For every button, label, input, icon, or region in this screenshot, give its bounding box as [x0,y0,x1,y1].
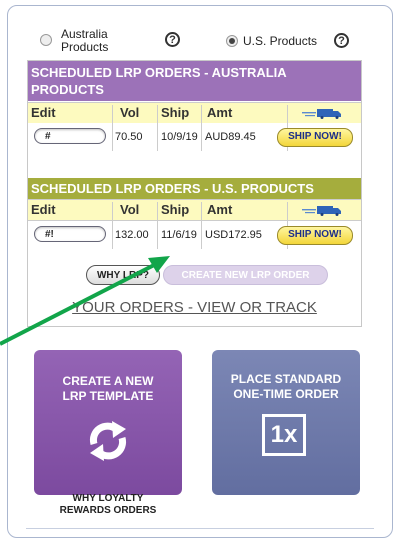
vol-column-header: Vol [120,105,140,120]
australia-order-row: # 70.50 10/9/19 AUD89.45 SHIP NOW! [28,123,361,151]
ship-now-button[interactable]: SHIP NOW! [277,226,353,245]
us-order-row: #! 132.00 11/6/19 USD172.95 SHIP NOW! [28,221,361,249]
edit-column-header: Edit [31,105,56,120]
why-loyalty-rewards-link[interactable]: WHY LOYALTY REWARDS ORDERS [34,493,182,517]
scheduled-orders-box: SCHEDULED LRP ORDERS - AUSTRALIA PRODUCT… [27,60,362,327]
order-volume: 70.50 [115,131,143,143]
us-products-radio[interactable] [226,35,238,47]
delivery-truck-icon [302,109,341,119]
your-orders-link[interactable]: YOUR ORDERS - VIEW OR TRACK [28,299,361,316]
help-icon[interactable]: ? [165,32,180,47]
one-time-order-icon: 1x [262,414,306,456]
order-ship-date: 10/9/19 [161,131,198,143]
edit-order-field[interactable]: #! [34,226,106,242]
panel-divider [26,528,374,529]
order-amount: USD172.95 [205,229,262,241]
australia-orders-header: Edit Vol Ship Amt [28,102,361,124]
australia-orders-title: SCHEDULED LRP ORDERS - AUSTRALIA PRODUCT… [28,61,361,101]
us-orders-title: SCHEDULED LRP ORDERS - U.S. PRODUCTS [28,178,361,199]
ship-column-header: Ship [161,202,190,217]
create-lrp-template-tile[interactable]: CREATE A NEW LRP TEMPLATE [34,350,182,495]
lrp-action-row: WHY LRP? CREATE NEW LRP ORDER [28,263,361,289]
us-products-radio-label[interactable]: U.S. Products [243,34,317,48]
us-orders-header: Edit Vol Ship Amt [28,199,361,221]
order-ship-date: 11/6/19 [161,229,197,241]
amt-column-header: Amt [207,202,233,217]
australia-radio[interactable] [40,34,52,46]
refresh-cycle-icon [89,421,127,461]
ship-column-header: Ship [161,105,190,120]
order-amount: AUD89.45 [205,131,256,143]
order-volume: 132.00 [115,229,149,241]
delivery-truck-icon [302,206,341,216]
edit-column-header: Edit [31,202,56,217]
amt-column-header: Amt [207,105,233,120]
australia-radio-label[interactable]: Australia Products [61,28,108,54]
edit-order-field[interactable]: # [34,128,106,144]
vol-column-header: Vol [120,202,140,217]
why-lrp-button[interactable]: WHY LRP? [86,265,160,285]
place-standard-order-tile[interactable]: PLACE STANDARD ONE-TIME ORDER 1x [212,350,360,495]
create-new-lrp-order-button[interactable]: CREATE NEW LRP ORDER [163,265,328,285]
ship-now-button[interactable]: SHIP NOW! [277,128,353,147]
help-icon[interactable]: ? [334,33,349,48]
